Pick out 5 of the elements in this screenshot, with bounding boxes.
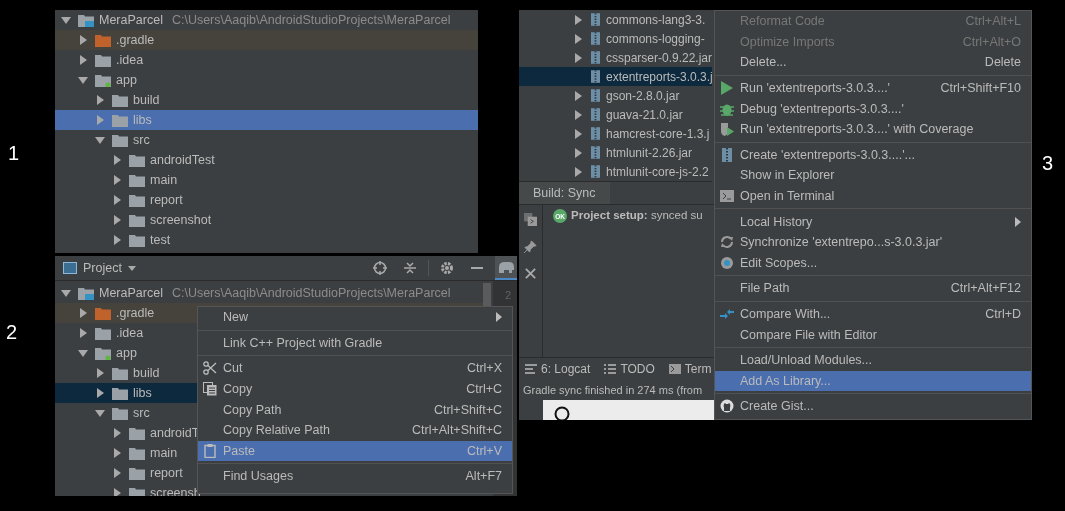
sync-message: Project setup: synced su bbox=[571, 209, 703, 221]
panel-number: 3 bbox=[1042, 152, 1054, 175]
panel-number: 2 bbox=[6, 321, 18, 344]
panel-number: 1 bbox=[8, 142, 20, 165]
status-text: Gradle sync finished in 274 ms (from bbox=[523, 384, 703, 396]
